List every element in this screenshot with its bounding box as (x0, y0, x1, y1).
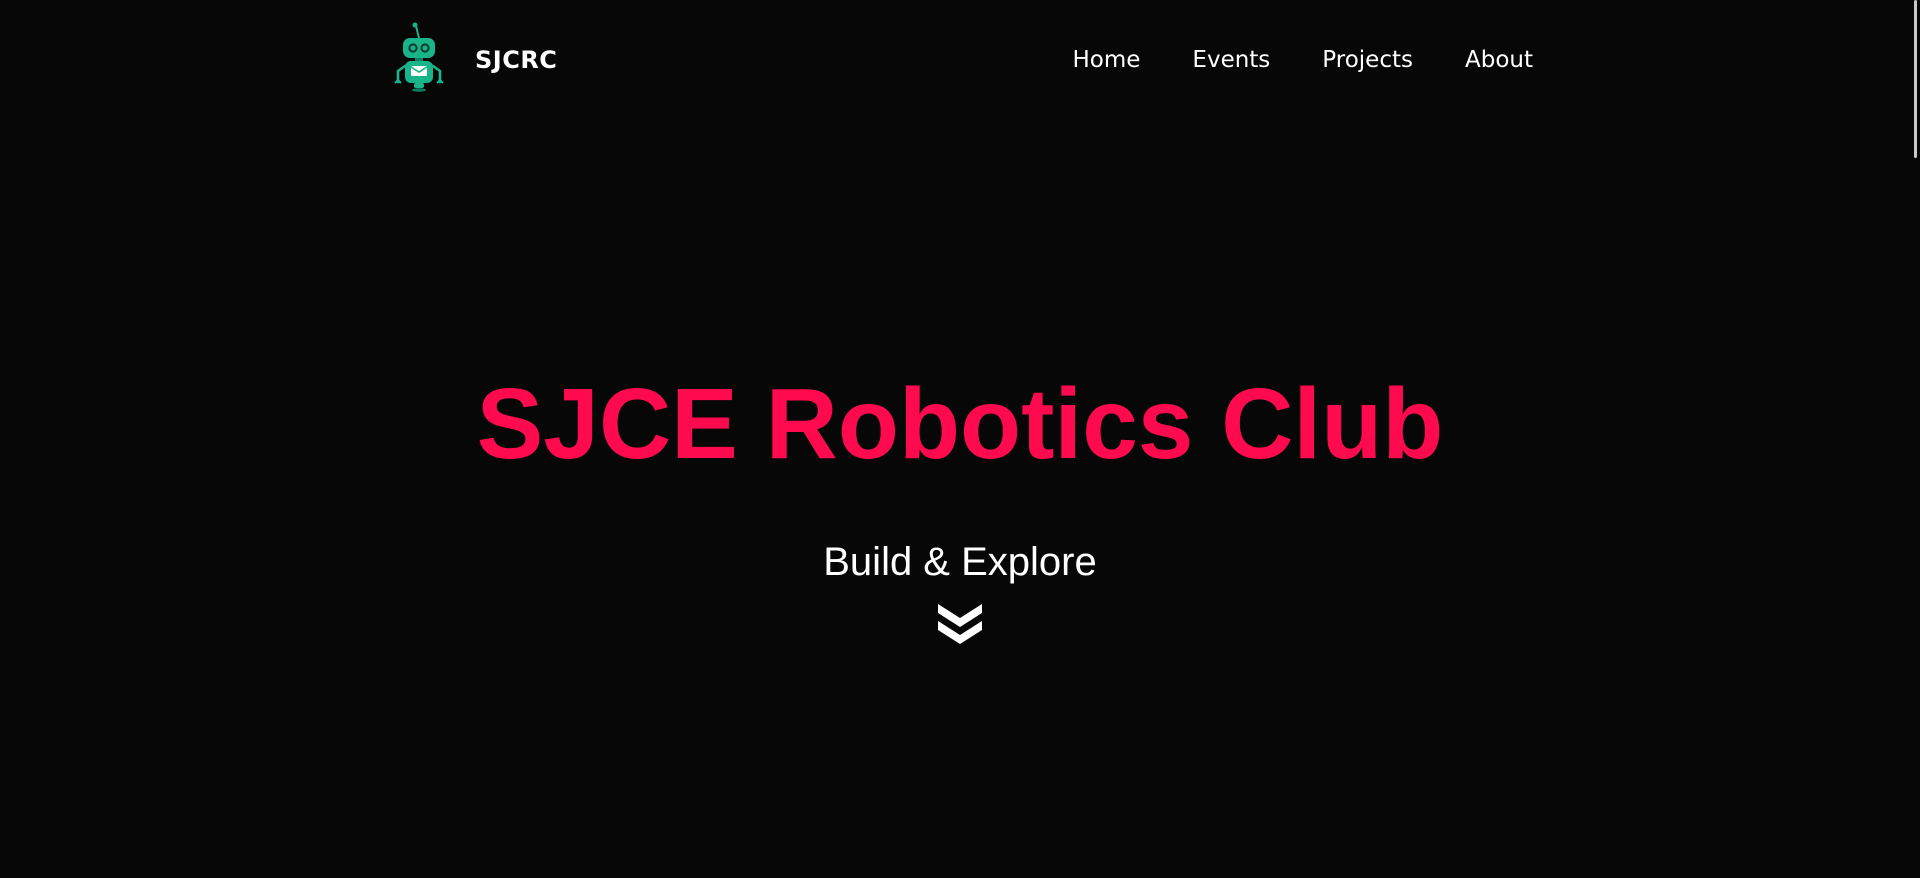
page: SJCRC Home Events Projects About SJCE Ro… (0, 0, 1920, 878)
scrollbar[interactable] (1908, 0, 1920, 878)
main-nav: Home Events Projects About (1021, 47, 1534, 73)
nav-events-link[interactable]: Events (1192, 47, 1270, 73)
hero-title: SJCE Robotics Club (476, 368, 1444, 480)
scrollbar-thumb[interactable] (1914, 0, 1917, 158)
nav-home-link[interactable]: Home (1073, 47, 1141, 73)
nav-about-link[interactable]: About (1465, 47, 1533, 73)
nav-projects-link[interactable]: Projects (1322, 47, 1413, 73)
robot-logo-icon[interactable] (394, 22, 444, 92)
navbar: SJCRC Home Events Projects About (380, 0, 1540, 126)
double-chevron-down-icon[interactable] (936, 600, 984, 646)
brand-name[interactable]: SJCRC (475, 46, 557, 74)
hero-subtitle: Build & Explore (823, 540, 1097, 584)
